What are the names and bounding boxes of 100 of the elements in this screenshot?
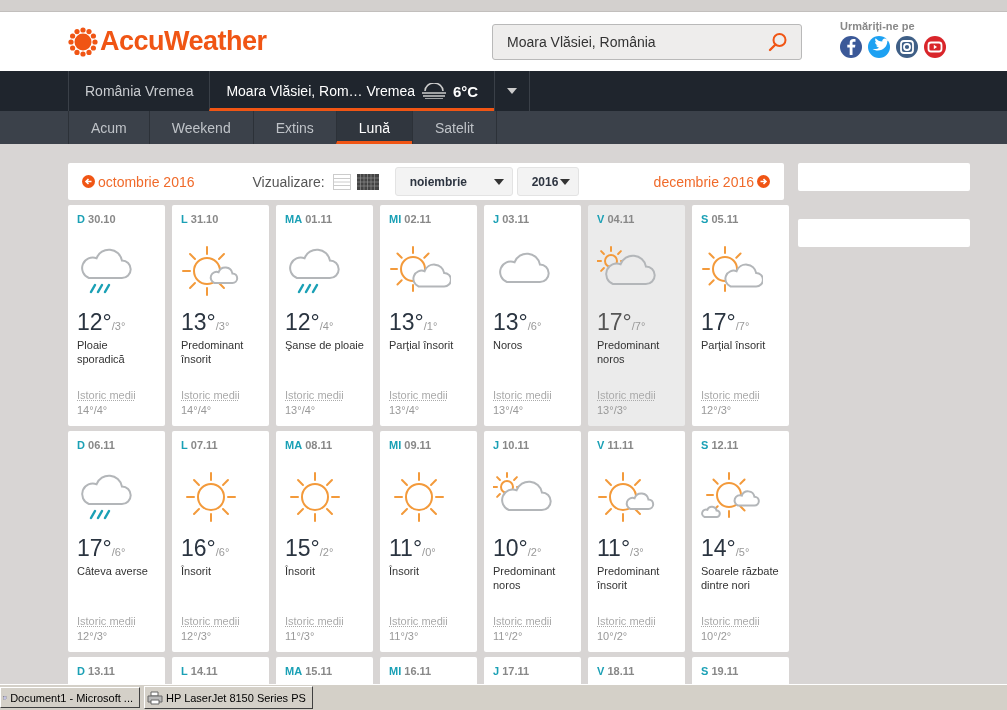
tab[interactable]: Lună (335, 111, 412, 144)
caret-icon (493, 178, 504, 185)
high-temperature: 16° (181, 535, 216, 562)
condition-text: Ploaie sporadică (77, 338, 126, 366)
low-temperature: /2° (527, 546, 542, 558)
day-date: J 10.11 (493, 439, 531, 451)
history-value: 14°/4° (77, 404, 109, 416)
play-icon[interactable] (924, 35, 946, 58)
day-card[interactable]: D 30.10 12°/3° Ploaie sporadică Istoric medii 14°/4° (68, 205, 165, 426)
low-temperature: /0° (422, 546, 436, 558)
low-temperature: /6° (111, 546, 126, 558)
day-card[interactable]: D 06.11 17°/6° Câteva averse Istoric medii 12°/3° (68, 431, 165, 652)
camera-icon[interactable] (896, 35, 918, 58)
day-date: V 11.11 (597, 439, 635, 451)
day-date: J 17.11 (493, 665, 531, 677)
current-temperature: 6°C (452, 82, 479, 100)
history-value: 10°/2° (597, 630, 629, 642)
prev-month-link[interactable]: octombrie 2016 (82, 173, 195, 190)
day-date: MI 02.11 (389, 213, 433, 225)
taskbar-button[interactable]: HP LaserJet 8150 Series PS (144, 686, 313, 709)
day-date: MI 09.11 (389, 439, 433, 451)
day-card[interactable]: L 14.11 (172, 657, 269, 684)
history-value: 13°/3° (597, 404, 629, 416)
day-date: L 07.11 (181, 439, 219, 451)
day-card[interactable]: V 04.11 17°/7° Predominant noros Istoric medii 13°/3° (588, 205, 685, 426)
day-card[interactable]: S 19.11 (692, 657, 789, 684)
low-temperature: /2° (319, 546, 334, 558)
history-value: 13°/4° (285, 404, 317, 416)
day-card[interactable]: MA 08.11 15°/2° Însorit Istoric medii 11°/3° (276, 431, 373, 652)
day-card[interactable]: L 07.11 16°/6° Însorit Istoric medii 12°/3° (172, 431, 269, 652)
day-card[interactable]: L 31.10 13°/3° Predominant însorit Istoric medii 14°/4° (172, 205, 269, 426)
day-card[interactable]: MA 15.11 (276, 657, 373, 684)
tab[interactable]: Extins (252, 111, 336, 144)
day-card[interactable]: J 10.11 10°/2° Predominant noros Istoric medii 11°/2° (484, 431, 581, 652)
day-card[interactable]: S 12.11 14°/5° Soarele răzbate dintre nori Istoric medii 10°/2° (692, 431, 789, 652)
day-card[interactable]: V 18.11 (588, 657, 685, 684)
sun-logo-icon (68, 26, 98, 57)
dropdown[interactable]: noiembrie (394, 167, 513, 196)
day-date: S 05.11 (701, 213, 740, 225)
taskbar-button[interactable]: Document1 - Microsoft ... (0, 687, 140, 708)
day-date: D 06.11 (77, 439, 116, 451)
condition-text: Însorit (181, 564, 212, 578)
tab[interactable]: Weekend (148, 111, 253, 144)
day-date: L 14.11 (181, 665, 219, 677)
high-temperature: 15° (285, 535, 320, 562)
high-temperature: 11° (597, 535, 631, 562)
day-date: L 31.10 (181, 213, 220, 225)
day-date: MI 16.11 (389, 665, 433, 677)
arrow-left-icon (82, 175, 95, 188)
high-temperature: 12° (77, 309, 112, 336)
day-card[interactable]: S 05.11 17°/7° Parţial însorit Istoric medii 12°/3° (692, 205, 789, 426)
day-card[interactable]: MI 09.11 11°/0° Însorit Istoric medii 11°/3° (380, 431, 477, 652)
day-date: S 19.11 (701, 665, 740, 677)
condition-text: Însorit (285, 564, 316, 578)
bird-icon[interactable] (868, 35, 890, 58)
high-temperature: 13° (389, 309, 424, 336)
day-date: J 03.11 (493, 213, 531, 225)
history-value: 12°/3° (77, 630, 109, 642)
caret-icon (559, 178, 570, 185)
low-temperature: /6° (527, 320, 542, 332)
tab[interactable]: Satelit (412, 111, 497, 144)
day-card[interactable]: V 11.11 11°/3° Predominant însorit Istoric medii 10°/2° (588, 431, 685, 652)
day-date: S 12.11 (701, 439, 740, 451)
high-temperature: 11° (389, 535, 423, 562)
condition-text: Predominant însorit (181, 338, 245, 366)
condition-text: Noros (493, 338, 524, 352)
view-label: Vizualizare: (252, 173, 325, 190)
low-temperature: /3° (111, 320, 126, 332)
day-card[interactable]: MI 02.11 13°/1° Parţial însorit Istoric medii 13°/4° (380, 205, 477, 426)
high-temperature: 12° (285, 309, 320, 336)
letter-f-icon[interactable] (840, 35, 862, 58)
printer-icon (147, 690, 163, 705)
dropdown[interactable]: 2016 (516, 167, 579, 196)
low-temperature: /6° (215, 546, 230, 558)
condition-text: Predominant noros (493, 564, 557, 592)
history-value: 14°/4° (181, 404, 213, 416)
day-date: MA 15.11 (285, 665, 334, 677)
day-card[interactable]: J 03.11 13°/6° Noros Istoric medii 13°/4° (484, 205, 581, 426)
grid-view-icon[interactable] (356, 173, 379, 190)
day-date: V 18.11 (597, 665, 636, 677)
fog-icon (420, 83, 447, 99)
day-card[interactable]: J 17.11 (484, 657, 581, 684)
condition-text: Parţial însorit (389, 338, 455, 352)
day-date: MA 08.11 (285, 439, 334, 451)
history-value: 11°/3° (389, 630, 420, 642)
high-temperature: 13° (493, 309, 528, 336)
nav-label: Moara Vlăsiei, Rom… Vremea (226, 83, 415, 99)
caret-icon (507, 88, 518, 94)
day-card[interactable]: MA 01.11 12°/4° Şanse de ploaie Istoric medii 13°/4° (276, 205, 373, 426)
tab[interactable]: Acum (68, 111, 149, 144)
low-temperature: /3° (630, 546, 644, 558)
day-card[interactable]: MI 16.11 (380, 657, 477, 684)
condition-text: Câteva averse (77, 564, 149, 578)
condition-text: Însorit (389, 564, 420, 578)
condition-text: Parţial însorit (701, 338, 767, 352)
history-value: 10°/2° (701, 630, 733, 642)
search-icon (768, 31, 788, 52)
day-card[interactable]: D 13.11 (68, 657, 165, 684)
next-month-link[interactable]: decembrie 2016 (653, 173, 770, 190)
search-field[interactable]: Moara Vlăsiei, România (492, 23, 802, 60)
